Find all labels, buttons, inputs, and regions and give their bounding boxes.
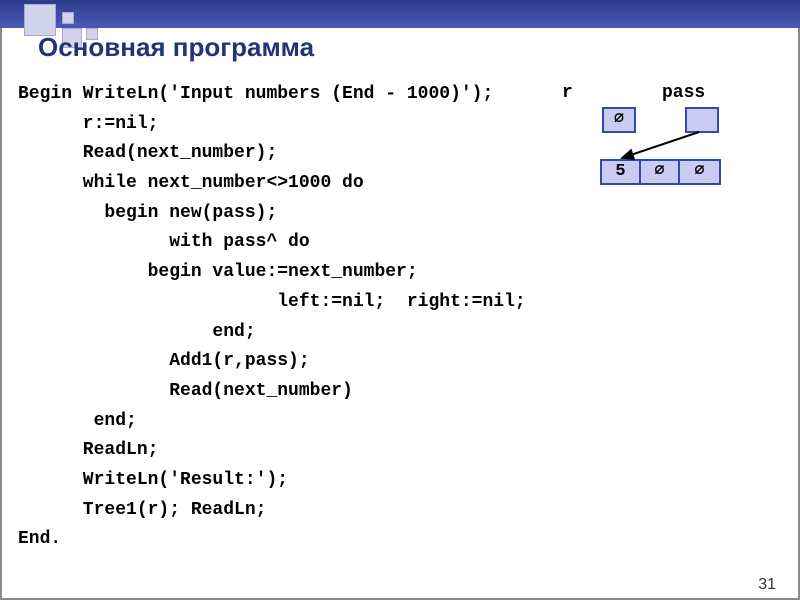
code-block: Begin WriteLn('Input numbers (End - 1000… — [18, 80, 526, 555]
page-number: 31 — [758, 576, 776, 594]
top-bar — [0, 0, 800, 28]
arrow-svg — [540, 83, 780, 223]
slide-title: Основная программа — [38, 32, 314, 63]
